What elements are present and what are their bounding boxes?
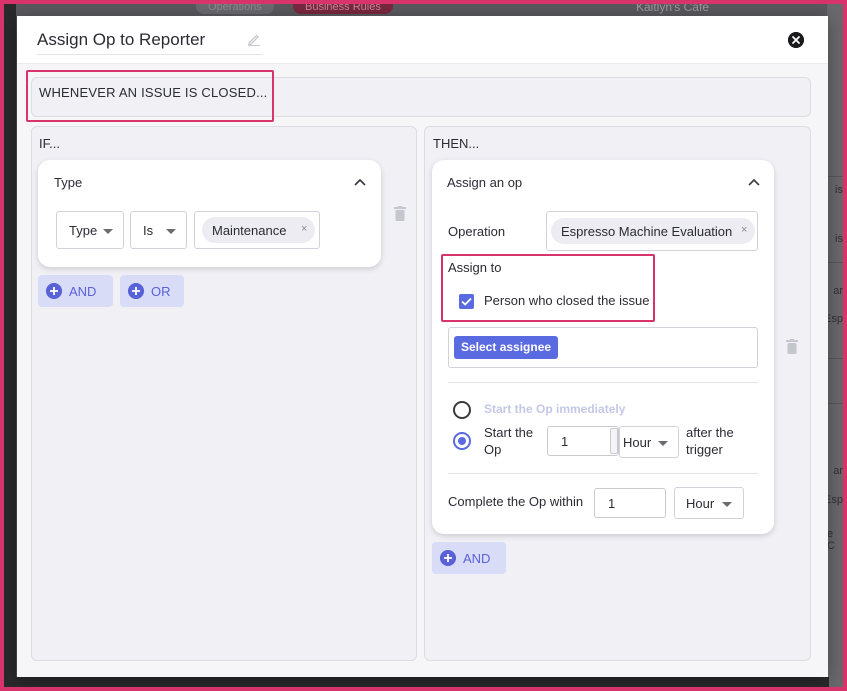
background-location: Kaitlyn's Cafe: [636, 0, 709, 14]
assignee-selector[interactable]: Select assignee: [448, 327, 758, 368]
and-button-label: AND: [69, 284, 97, 299]
assign-op-modal: Assign Op to Reporter WHENEVER AN ISSUE …: [17, 16, 828, 677]
background-fragment: is: [835, 184, 843, 196]
add-or-condition-button[interactable]: OR: [120, 275, 184, 307]
add-and-condition-button[interactable]: AND: [38, 275, 113, 307]
complete-unit-label: Hour: [686, 496, 715, 511]
chevron-down-icon: [722, 502, 732, 507]
start-the-op-label-line2: Op: [484, 442, 502, 457]
or-button-label: OR: [151, 284, 171, 299]
start-delay-spinner[interactable]: [610, 428, 618, 454]
background-divider: [827, 262, 847, 263]
start-immediately-radio[interactable]: [453, 401, 471, 419]
after-trigger-label-line1: after the: [686, 425, 734, 440]
chevron-up-icon[interactable]: [354, 178, 366, 186]
operation-label: Operation: [448, 224, 506, 239]
background-topbar: [0, 0, 847, 16]
trash-icon[interactable]: [394, 206, 406, 221]
plus-icon: [46, 283, 62, 299]
chevron-down-icon: [103, 229, 113, 234]
operation-field[interactable]: Espresso Machine Evaluation ×: [546, 211, 758, 251]
plus-icon: [128, 283, 144, 299]
background-fragment: ar: [833, 465, 843, 477]
if-heading: IF...: [39, 136, 60, 151]
if-panel: IF... Type Type Is Maintenance × AND OR: [31, 126, 417, 661]
select-assignee-button[interactable]: Select assignee: [454, 336, 559, 359]
background-fragment: ar: [833, 285, 843, 297]
modal-title[interactable]: Assign Op to Reporter: [37, 30, 205, 50]
background-right-column: is is ar Esp ar Esp e C: [824, 0, 847, 691]
chevron-down-icon: [166, 229, 176, 234]
background-divider: [827, 358, 847, 359]
background-tab-business-rules: Business Rules: [293, 0, 393, 14]
background-bottom-bar: [16, 677, 829, 691]
divider: [448, 382, 758, 383]
action-card-title: Assign an op: [447, 175, 523, 190]
condition-operator-dropdown[interactable]: Is: [130, 211, 187, 249]
chevron-down-icon: [658, 441, 668, 446]
background-fragment: is: [835, 233, 843, 245]
condition-field-label: Type: [69, 223, 98, 238]
then-heading: THEN...: [433, 136, 480, 151]
action-card: Assign an op Operation Espresso Machine …: [432, 160, 774, 534]
start-unit-dropdown[interactable]: Hour: [619, 426, 679, 458]
close-icon[interactable]: [788, 32, 804, 48]
plus-icon: [440, 550, 456, 566]
operation-chip: Espresso Machine Evaluation ×: [551, 218, 755, 244]
complete-within-label: Complete the Op within: [448, 494, 584, 509]
condition-value-chip: Maintenance ×: [202, 217, 315, 243]
pencil-icon[interactable]: [247, 32, 261, 46]
condition-value-label: Maintenance: [212, 223, 287, 238]
condition-card-title: Type: [54, 175, 83, 190]
start-delay-radio[interactable]: [453, 432, 471, 450]
start-immediately-label: Start the Op immediately: [484, 402, 626, 416]
start-delay-input[interactable]: [547, 426, 619, 456]
condition-field-dropdown[interactable]: Type: [56, 211, 124, 249]
start-unit-label: Hour: [623, 435, 652, 450]
complete-within-input[interactable]: [594, 488, 666, 518]
background-sidebar: [0, 0, 16, 691]
condition-card: Type Type Is Maintenance ×: [38, 160, 381, 267]
complete-unit-dropdown[interactable]: Hour: [674, 487, 744, 519]
trash-icon[interactable]: [786, 339, 798, 354]
remove-chip-icon[interactable]: ×: [301, 223, 307, 235]
background-tab-operations: Operations: [196, 0, 274, 14]
start-the-op-label-line1: Start the: [484, 425, 534, 440]
background-divider: [827, 403, 847, 404]
condition-operator-label: Is: [143, 223, 154, 238]
add-and-action-button[interactable]: AND: [432, 542, 506, 574]
background-fragment: e C: [827, 528, 835, 552]
title-underline: [37, 54, 263, 55]
assign-to-highlight: [441, 254, 655, 322]
condition-value-field[interactable]: Maintenance ×: [194, 211, 320, 249]
then-panel: THEN... Assign an op Operation Espresso …: [424, 126, 811, 661]
remove-chip-icon[interactable]: ×: [741, 224, 747, 236]
modal-header: Assign Op to Reporter: [17, 16, 828, 64]
modal-body: WHENEVER AN ISSUE IS CLOSED... IF... Typ…: [17, 64, 828, 677]
chevron-up-icon[interactable]: [748, 178, 760, 186]
operation-chip-label: Espresso Machine Evaluation: [561, 224, 733, 239]
after-trigger-label-line2: trigger: [686, 442, 723, 457]
and-button-label: AND: [463, 551, 491, 566]
trigger-highlight: [26, 70, 274, 122]
divider: [448, 473, 758, 474]
background-divider: [827, 176, 847, 177]
